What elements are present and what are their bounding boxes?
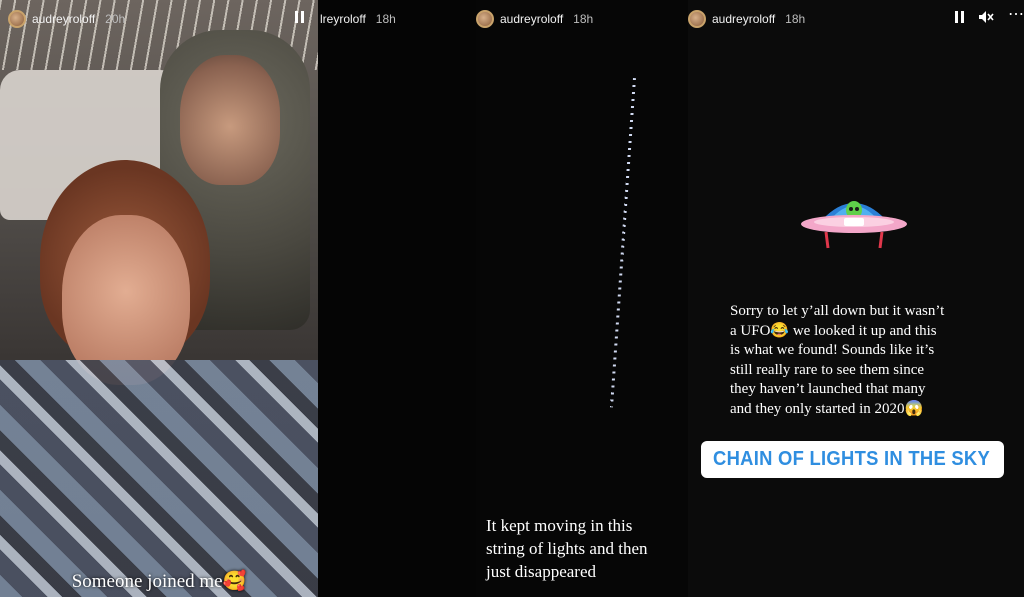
ufo-sticker bbox=[801, 201, 907, 249]
username[interactable]: audreyroloff bbox=[712, 12, 775, 26]
pause-icon[interactable] bbox=[954, 10, 966, 27]
timestamp: 18h bbox=[375, 12, 396, 26]
avatar[interactable] bbox=[476, 10, 494, 28]
username[interactable]: audreyroloff bbox=[500, 12, 563, 26]
story-header: audreyroloff 18h bbox=[476, 0, 688, 38]
story-panel-sky-2[interactable]: audreyroloff 18h It kept moving in this … bbox=[476, 0, 688, 597]
story-caption: Someone joined me🥰 bbox=[71, 571, 247, 592]
text-line: they haven’t launched that many bbox=[730, 381, 926, 397]
light-streak bbox=[609, 78, 636, 408]
caption-line: It kept moving in this bbox=[486, 516, 633, 535]
story-header: lreyroloff 18h bbox=[318, 0, 476, 38]
man-face bbox=[180, 55, 280, 185]
timestamp: 20h bbox=[105, 12, 126, 26]
text-line: and they only started in 2020😱 bbox=[730, 400, 924, 417]
more-icon[interactable]: ⋯ bbox=[1008, 4, 1024, 24]
avatar[interactable] bbox=[8, 10, 26, 28]
story-panel-text[interactable]: audreyroloff 18h ⋯ Sorry to let y’all do… bbox=[688, 0, 1024, 597]
timestamp: 18h bbox=[573, 12, 594, 26]
mute-icon[interactable] bbox=[978, 10, 994, 27]
pause-icon[interactable] bbox=[294, 10, 306, 27]
story-text: Sorry to let y’all down but it wasn’t a … bbox=[730, 302, 1000, 419]
caption-line: string of lights and then bbox=[486, 539, 648, 558]
plaid-shirt bbox=[0, 360, 318, 597]
link-sticker[interactable]: CHAIN OF LIGHTS IN THE SKY bbox=[701, 441, 1004, 478]
username[interactable]: lreyroloff bbox=[320, 12, 366, 26]
text-line: still really rare to see them since bbox=[730, 361, 925, 378]
link-label: CHAIN OF LIGHTS IN THE SKY bbox=[713, 448, 991, 470]
text-line: Sorry to let y’all down but it wasn’t bbox=[730, 303, 945, 319]
story-header: audreyroloff 18h bbox=[688, 0, 1024, 38]
story-panel-sky-1[interactable]: lreyroloff 18h bbox=[318, 0, 476, 597]
story-panel-photo[interactable]: audreyroloff 20h Someone joined me🥰 bbox=[0, 0, 318, 597]
caption-line: just disappeared bbox=[486, 562, 596, 581]
story-header: audreyroloff 20h bbox=[0, 0, 318, 38]
username[interactable]: audreyroloff bbox=[32, 12, 95, 26]
timestamp: 18h bbox=[785, 12, 806, 26]
story-caption: It kept moving in this string of lights … bbox=[486, 514, 647, 583]
text-line: is what we found! Sounds like it’s bbox=[730, 342, 935, 358]
text-line: a UFO😂 we looked it up and this bbox=[730, 322, 937, 339]
avatar[interactable] bbox=[688, 10, 706, 28]
